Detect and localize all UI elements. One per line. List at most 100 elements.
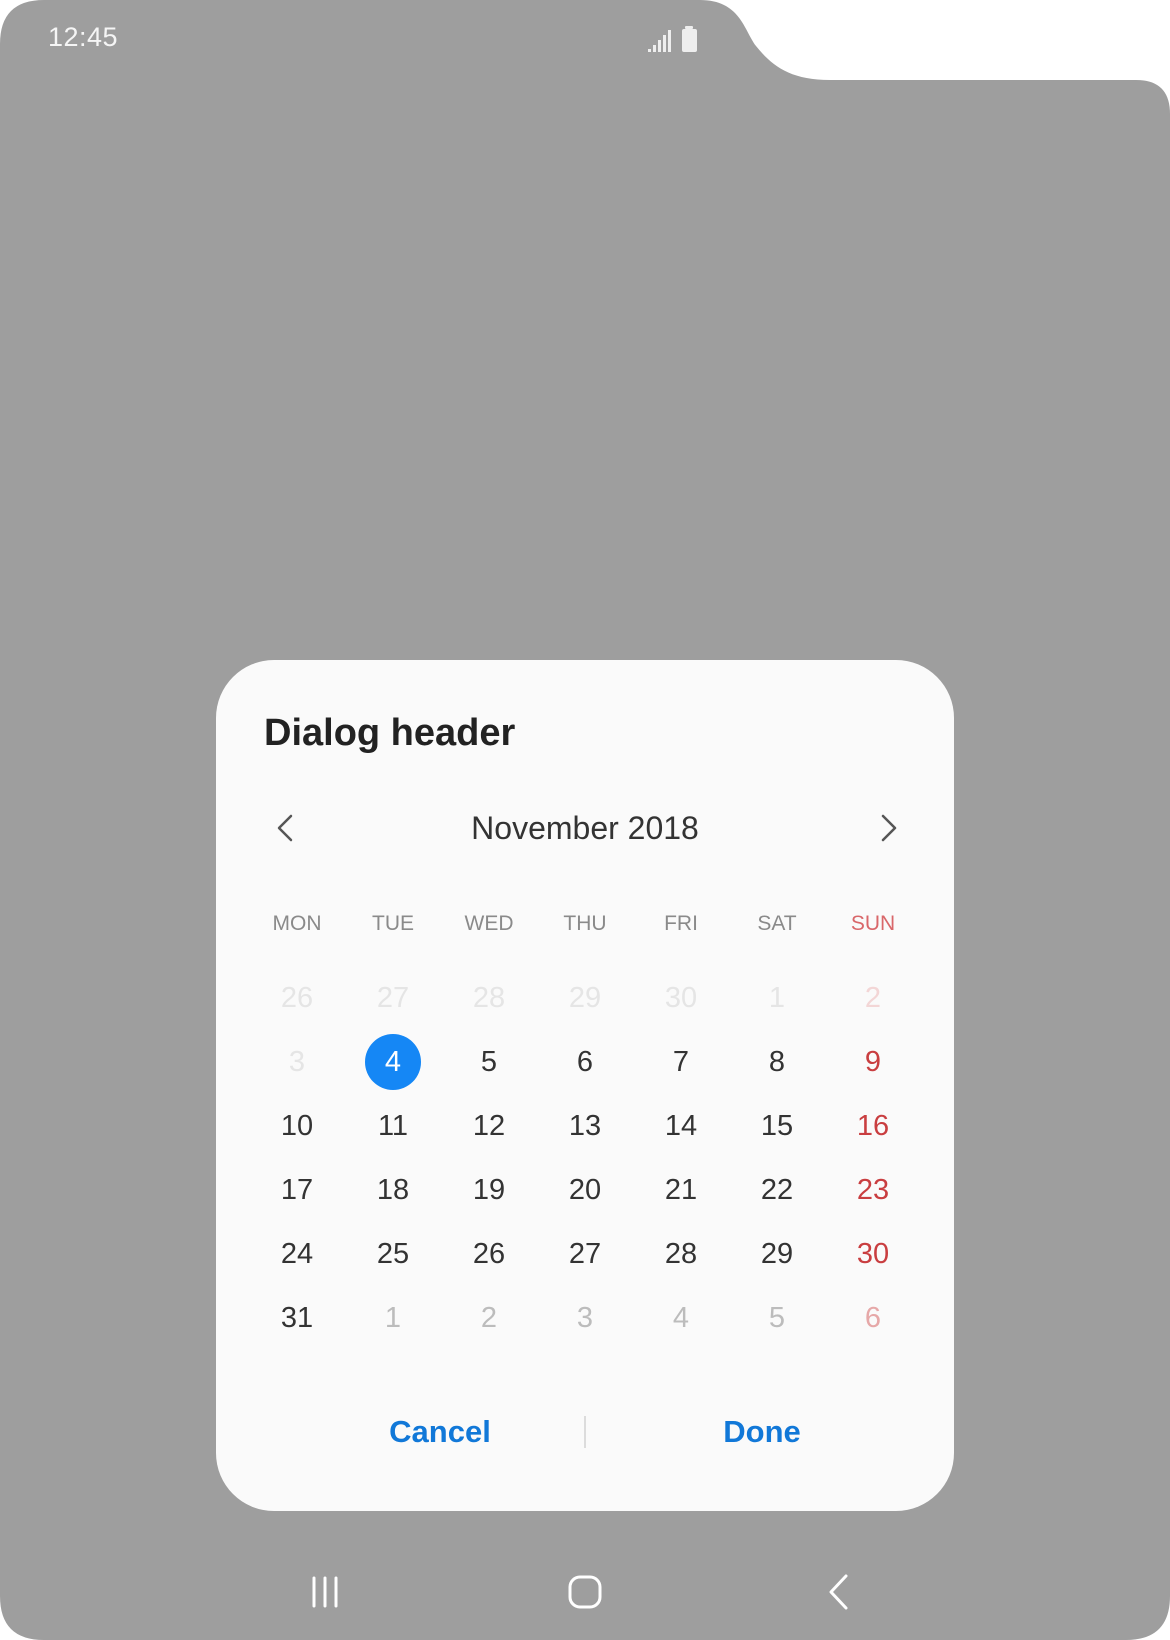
calendar-day[interactable]: 5 <box>441 1030 537 1094</box>
calendar-day-number: 2 <box>480 1301 498 1334</box>
calendar-day-number: 16 <box>856 1109 890 1142</box>
calendar-day[interactable]: 2 <box>441 1286 537 1350</box>
calendar-day-selected[interactable]: 4 <box>345 1030 441 1094</box>
calendar-day[interactable]: 13 <box>537 1094 633 1158</box>
calendar-day-number: 10 <box>280 1109 314 1142</box>
calendar-day: 1 <box>729 966 825 1030</box>
battery-icon <box>682 26 697 52</box>
calendar-day[interactable]: 14 <box>633 1094 729 1158</box>
calendar-day[interactable]: 22 <box>729 1158 825 1222</box>
calendar-day-number: 13 <box>568 1109 602 1142</box>
calendar-day-number: 14 <box>664 1109 698 1142</box>
calendar-day[interactable]: 6 <box>825 1286 921 1350</box>
calendar-week-row: 10 11 12 13 14 15 16 <box>249 1094 921 1158</box>
calendar-day-number: 11 <box>377 1109 409 1142</box>
calendar-day[interactable]: 11 <box>345 1094 441 1158</box>
calendar-day-number: 1 <box>768 981 786 1014</box>
calendar-day[interactable]: 15 <box>729 1094 825 1158</box>
date-picker-dialog: Dialog header November 2018 MON TUE WED … <box>216 660 954 1511</box>
calendar-day-number: 28 <box>664 1237 698 1270</box>
calendar-day-number: 23 <box>856 1173 890 1206</box>
weekday-label: MON <box>272 912 322 935</box>
calendar-day[interactable]: 31 <box>249 1286 345 1350</box>
calendar-day-number: 12 <box>472 1109 506 1142</box>
done-button[interactable]: Done <box>632 1408 892 1456</box>
calendar-day-number: 4 <box>365 1034 421 1090</box>
calendar-week-row: 17 18 19 20 21 22 23 <box>249 1158 921 1222</box>
calendar-day[interactable]: 18 <box>345 1158 441 1222</box>
device-screen: 12:45 Dialog header November 2018 MON TU… <box>0 0 1170 1640</box>
calendar-day: 29 <box>537 966 633 1030</box>
calendar-day[interactable]: 6 <box>537 1030 633 1094</box>
calendar-week-row: 31 1 2 3 4 5 6 <box>249 1286 921 1350</box>
calendar-day[interactable]: 30 <box>825 1222 921 1286</box>
weekday-label: WED <box>464 912 514 935</box>
weekday-header: MON TUE WED THU FRI SAT SUN <box>249 912 921 936</box>
calendar-day-number: 26 <box>280 981 314 1014</box>
calendar-day-number: 19 <box>472 1173 506 1206</box>
calendar-day[interactable]: 20 <box>537 1158 633 1222</box>
calendar-week-row: 24 25 26 27 28 29 30 <box>249 1222 921 1286</box>
calendar-day-number: 24 <box>280 1237 314 1270</box>
calendar-day[interactable]: 1 <box>345 1286 441 1350</box>
calendar-day[interactable]: 4 <box>633 1286 729 1350</box>
cancel-button[interactable]: Cancel <box>310 1408 570 1456</box>
calendar-day-number: 27 <box>568 1237 602 1270</box>
calendar-day[interactable]: 29 <box>729 1222 825 1286</box>
calendar-day[interactable]: 26 <box>441 1222 537 1286</box>
calendar-day[interactable]: 28 <box>633 1222 729 1286</box>
calendar-week-row: 3 4 5 6 7 8 9 <box>249 1030 921 1094</box>
status-time: 12:45 <box>48 22 119 52</box>
calendar-day-number: 2 <box>864 981 882 1014</box>
calendar-day-number: 5 <box>768 1301 786 1334</box>
calendar-day-number: 30 <box>664 981 698 1014</box>
calendar-day[interactable]: 21 <box>633 1158 729 1222</box>
calendar-day-number: 4 <box>672 1301 690 1334</box>
calendar-day-number: 1 <box>384 1301 402 1334</box>
weekday-label: SAT <box>757 912 797 935</box>
status-icons <box>648 26 697 52</box>
calendar-day-number: 3 <box>576 1301 594 1334</box>
chevron-right-icon[interactable] <box>868 808 908 848</box>
calendar-day-number: 3 <box>288 1045 306 1078</box>
calendar-day-number: 31 <box>280 1301 314 1334</box>
calendar-day[interactable]: 27 <box>537 1222 633 1286</box>
home-icon[interactable] <box>562 1570 608 1614</box>
calendar-day-number: 28 <box>472 981 506 1014</box>
calendar-day-number: 9 <box>864 1045 882 1078</box>
calendar-day[interactable]: 23 <box>825 1158 921 1222</box>
calendar-day-number: 29 <box>568 981 602 1014</box>
calendar-day: 2 <box>825 966 921 1030</box>
dialog-actions: Cancel Done <box>216 1408 954 1456</box>
recents-icon[interactable] <box>300 1570 350 1614</box>
calendar-day[interactable]: 17 <box>249 1158 345 1222</box>
calendar-day[interactable]: 8 <box>729 1030 825 1094</box>
calendar-day[interactable]: 10 <box>249 1094 345 1158</box>
calendar-day: 26 <box>249 966 345 1030</box>
calendar-day-number: 5 <box>480 1045 498 1078</box>
calendar-day[interactable]: 19 <box>441 1158 537 1222</box>
calendar-day[interactable]: 12 <box>441 1094 537 1158</box>
button-divider <box>584 1416 586 1448</box>
calendar-day[interactable]: 16 <box>825 1094 921 1158</box>
chevron-left-icon[interactable] <box>266 808 306 848</box>
calendar-day-number: 30 <box>856 1237 890 1270</box>
calendar-day[interactable]: 24 <box>249 1222 345 1286</box>
calendar-day[interactable]: 7 <box>633 1030 729 1094</box>
calendar-day-number: 29 <box>760 1237 794 1270</box>
calendar-day[interactable]: 5 <box>729 1286 825 1350</box>
calendar-day-number: 17 <box>280 1173 314 1206</box>
back-icon[interactable] <box>818 1570 862 1614</box>
weekday-label: THU <box>563 912 607 935</box>
calendar-day-number: 6 <box>576 1045 594 1078</box>
weekday-label: TUE <box>372 912 414 935</box>
calendar-day[interactable]: 9 <box>825 1030 921 1094</box>
calendar-day[interactable]: 25 <box>345 1222 441 1286</box>
calendar-day: 30 <box>633 966 729 1030</box>
calendar-day-number: 27 <box>376 981 410 1014</box>
calendar-day-number: 20 <box>568 1173 602 1206</box>
calendar-day: 3 <box>249 1030 345 1094</box>
weekday-label-sunday: SUN <box>850 912 896 935</box>
calendar-day[interactable]: 3 <box>537 1286 633 1350</box>
month-label: November 2018 <box>471 810 699 846</box>
